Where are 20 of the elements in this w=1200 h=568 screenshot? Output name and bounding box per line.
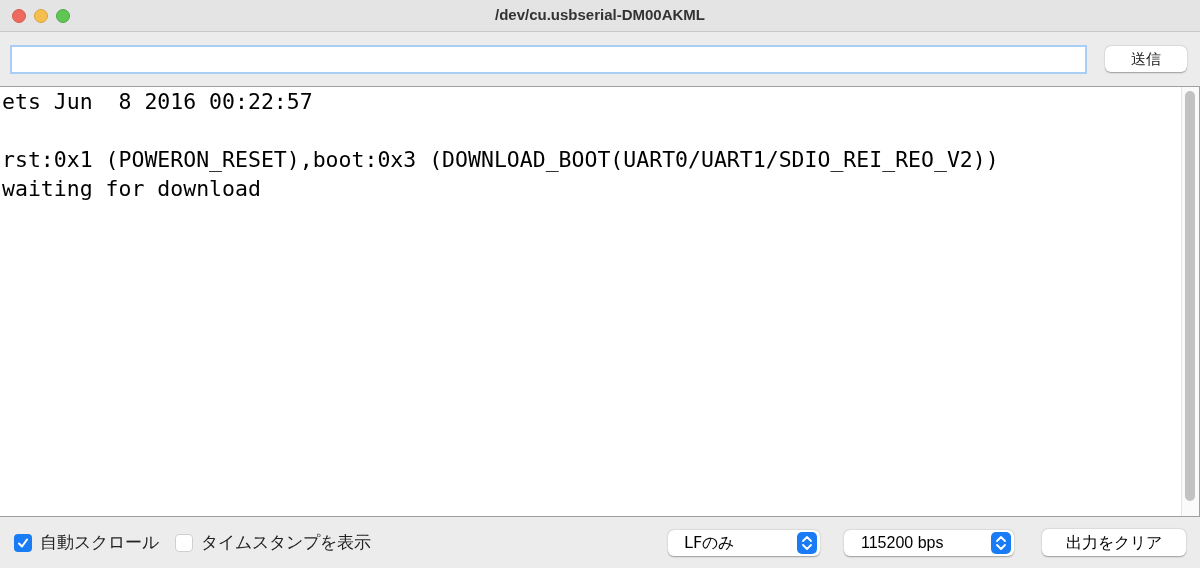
output-line: ets Jun 8 2016 00:22:57 <box>2 88 313 116</box>
minimize-button[interactable] <box>34 8 48 23</box>
output-line: waiting for download <box>2 175 261 203</box>
zoom-button[interactable] <box>56 8 70 23</box>
close-button[interactable] <box>12 8 26 23</box>
stepper-icon <box>797 531 817 554</box>
stepper-icon <box>991 531 1011 554</box>
scrollbar-thumb[interactable] <box>1185 91 1195 501</box>
window-title: /dev/cu.usbserial-DM00AKML <box>494 5 706 26</box>
checkbox[interactable] <box>175 533 193 552</box>
checkbox[interactable] <box>14 533 32 552</box>
checkmark-icon <box>17 536 29 549</box>
checkbox-label[interactable]: 自動スクロール <box>40 529 159 556</box>
clear-output-button[interactable]: 出力をクリア <box>1042 529 1186 556</box>
line-ending-select[interactable]: LFのみ <box>668 529 820 556</box>
output-line: rst:0x1 (POWERON_RESET),boot:0x3 (DOWNLOAD_BOOT(UART0/UART1/SDIO_REI_REO_V2)) <box>2 146 999 174</box>
checkbox-label[interactable]: タイムスタンプを表示 <box>201 529 371 556</box>
input-field[interactable] <box>10 44 1087 74</box>
baud-rate-select[interactable]: 115200 bps <box>844 529 1014 556</box>
send-button[interactable]: 送信 <box>1105 46 1187 72</box>
